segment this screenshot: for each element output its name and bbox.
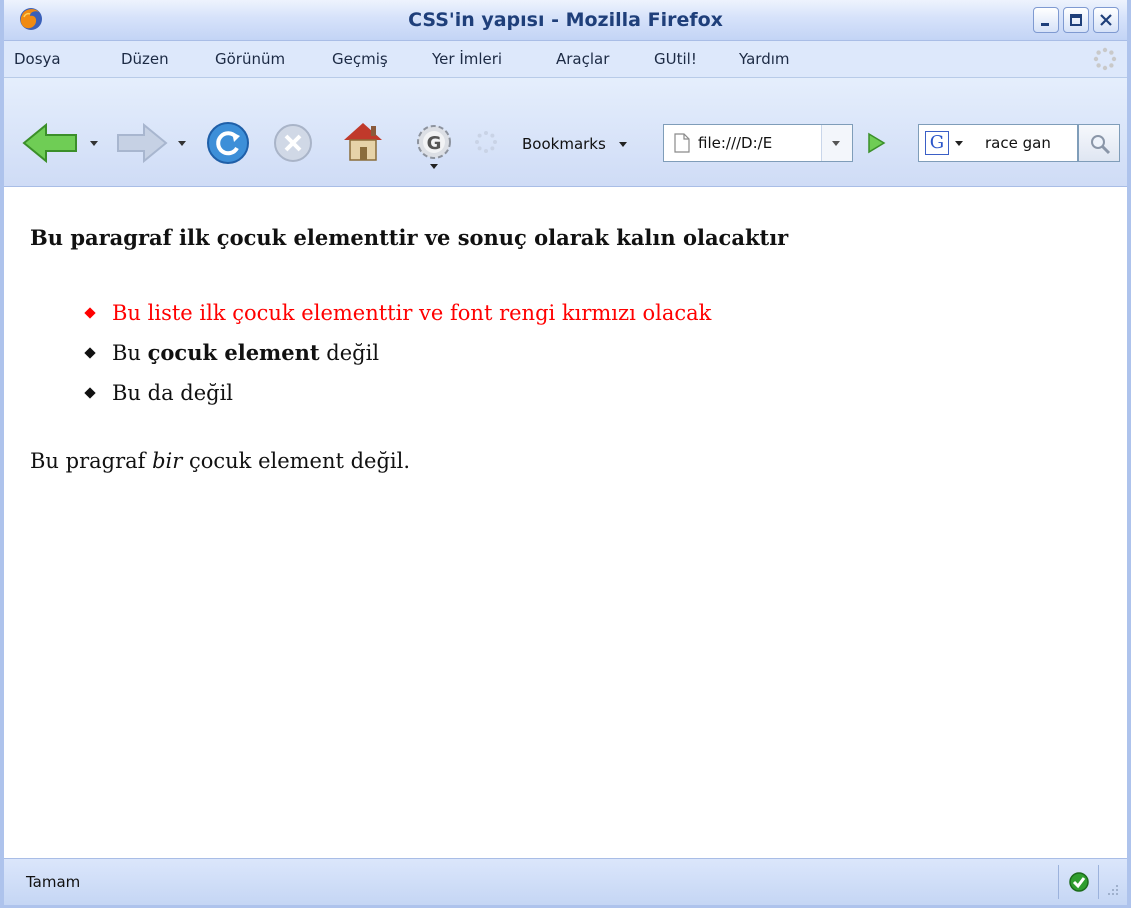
status-bar: Tamam bbox=[4, 858, 1127, 905]
close-button[interactable] bbox=[1093, 7, 1119, 33]
stop-icon[interactable] bbox=[272, 122, 314, 164]
status-text: Tamam bbox=[26, 873, 81, 891]
paragraph-2-italic: bir bbox=[152, 449, 183, 473]
list-item: Bu çocuk element değil bbox=[84, 333, 711, 373]
menu-araclar[interactable]: Araçlar bbox=[556, 41, 609, 77]
throbber-icon bbox=[1093, 47, 1117, 71]
list-item-2-c: değil bbox=[319, 341, 380, 365]
list-item-2-a: Bu bbox=[112, 341, 148, 365]
loading-icon bbox=[475, 131, 497, 153]
list-item-2-bold: çocuk element bbox=[147, 340, 320, 365]
normal-paragraph: Bu pragraf bir çocuk element değil. bbox=[30, 449, 410, 473]
url-bar[interactable]: file:///D:/E bbox=[663, 124, 853, 162]
magnifier-icon bbox=[1091, 135, 1111, 155]
list-item: Bu da değil bbox=[84, 373, 711, 413]
google-engine-icon[interactable]: G bbox=[925, 131, 949, 155]
menu-dosya[interactable]: Dosya bbox=[14, 41, 61, 77]
bold-paragraph: Bu paragraf ilk çocuk elementtir ve sonu… bbox=[30, 225, 789, 250]
page-icon bbox=[674, 133, 690, 153]
status-divider bbox=[1098, 865, 1099, 899]
browser-window: CSS'in yapısı - Mozilla Firefox Dosya Dü… bbox=[0, 0, 1131, 908]
url-input[interactable]: file:///D:/E bbox=[698, 125, 810, 161]
paragraph-2-c: çocuk element değil. bbox=[182, 449, 411, 473]
bookmarks-label: Bookmarks bbox=[522, 135, 606, 153]
security-ok-icon[interactable] bbox=[1068, 871, 1090, 893]
resize-grip-icon[interactable] bbox=[1104, 881, 1120, 897]
search-button[interactable] bbox=[1078, 124, 1120, 162]
menu-gutil[interactable]: GUtil! bbox=[654, 41, 697, 77]
bookmarks-button[interactable]: Bookmarks bbox=[522, 130, 627, 158]
minimize-icon bbox=[1041, 23, 1049, 26]
page-content: Bu paragraf ilk çocuk elementtir ve sonu… bbox=[4, 187, 1127, 857]
url-history-dropdown[interactable] bbox=[821, 125, 852, 161]
menu-gorunum[interactable]: Görünüm bbox=[215, 41, 285, 77]
forward-dropdown-icon[interactable] bbox=[178, 141, 186, 146]
menu-yer-imleri[interactable]: Yer İmleri bbox=[432, 41, 502, 77]
list-item: Bu liste ilk çocuk elementtir ve font re… bbox=[84, 293, 711, 333]
bullet-list: Bu liste ilk çocuk elementtir ve font re… bbox=[84, 293, 711, 413]
paragraph-2-a: Bu pragraf bbox=[30, 449, 153, 473]
list-item-1-text: Bu liste ilk çocuk elementtir ve font re… bbox=[112, 301, 712, 325]
status-divider bbox=[1058, 865, 1059, 899]
chevron-down-icon bbox=[832, 141, 840, 146]
engine-dropdown-icon[interactable] bbox=[955, 141, 963, 146]
search-bar[interactable]: G race gan bbox=[918, 124, 1078, 162]
google-gear-icon[interactable]: G bbox=[414, 120, 458, 172]
back-dropdown-icon[interactable] bbox=[90, 141, 98, 146]
menu-gecmis[interactable]: Geçmiş bbox=[332, 41, 388, 77]
reload-icon[interactable] bbox=[204, 120, 252, 166]
menu-bar: Dosya Düzen Görünüm Geçmiş Yer İmleri Ar… bbox=[4, 41, 1127, 78]
go-icon[interactable] bbox=[866, 132, 886, 154]
minimize-button[interactable] bbox=[1033, 7, 1059, 33]
maximize-button[interactable] bbox=[1063, 7, 1089, 33]
list-item-3-text: Bu da değil bbox=[112, 381, 234, 405]
svg-text:G: G bbox=[427, 133, 442, 154]
navigation-toolbar: G Bookmarks file:///D:/E G race gan bbox=[4, 78, 1127, 187]
search-input[interactable]: race gan bbox=[985, 125, 1073, 161]
bookmarks-dropdown-icon bbox=[618, 142, 627, 147]
back-arrow-icon[interactable] bbox=[22, 122, 80, 164]
home-icon[interactable] bbox=[340, 118, 386, 164]
menu-duzen[interactable]: Düzen bbox=[121, 41, 169, 77]
title-bar[interactable]: CSS'in yapısı - Mozilla Firefox bbox=[4, 0, 1127, 41]
window-title: CSS'in yapısı - Mozilla Firefox bbox=[408, 9, 723, 31]
close-icon bbox=[1100, 14, 1112, 26]
menu-yardim[interactable]: Yardım bbox=[739, 41, 790, 77]
maximize-icon bbox=[1070, 14, 1082, 26]
forward-arrow-icon[interactable] bbox=[116, 122, 168, 164]
